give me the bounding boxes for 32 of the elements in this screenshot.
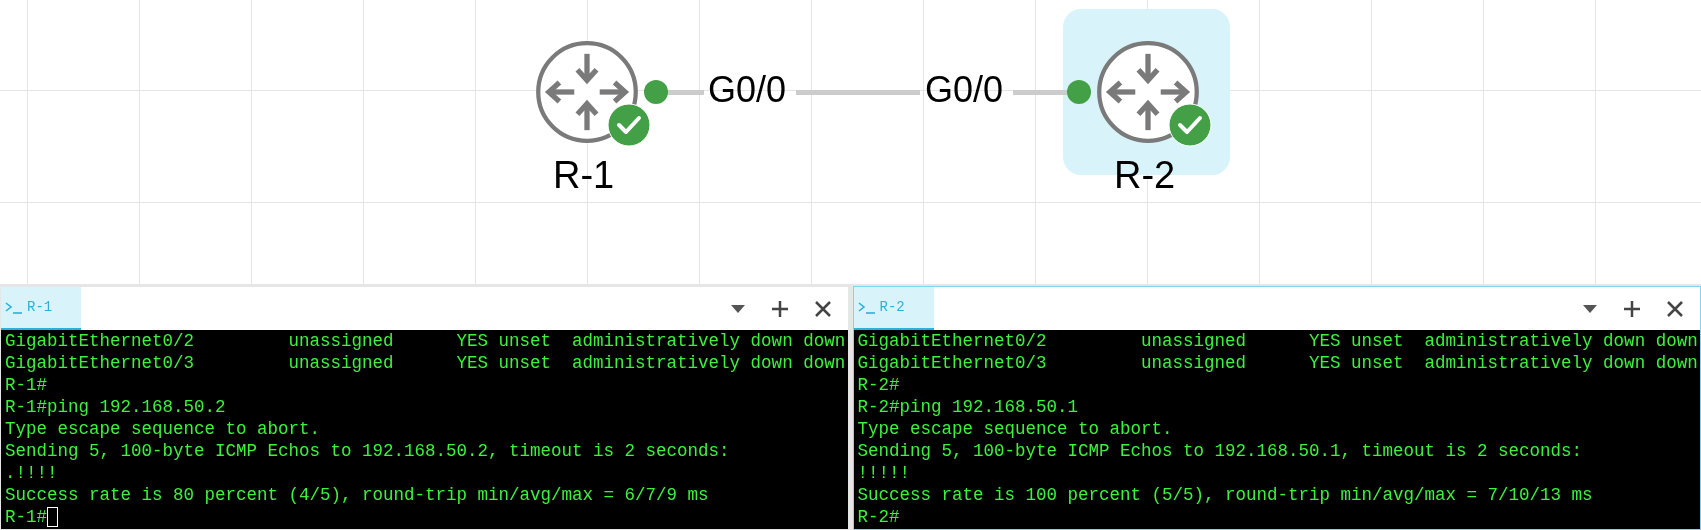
interface-label: G0/0 bbox=[708, 72, 787, 108]
node-label: R-1 bbox=[553, 156, 615, 194]
terminal-line: R-1#ping 192.168.50.2 bbox=[5, 396, 226, 418]
close-icon[interactable] bbox=[813, 299, 832, 318]
terminal-prompt-icon bbox=[857, 301, 876, 314]
terminal-line: R-2# bbox=[857, 506, 900, 528]
add-icon[interactable] bbox=[769, 298, 790, 319]
terminal-line: R-2#ping 192.168.50.1 bbox=[857, 396, 1079, 418]
terminal-line: R-1# bbox=[5, 374, 47, 396]
dropdown-caret-icon[interactable] bbox=[1582, 303, 1598, 314]
terminal-prompt-icon bbox=[5, 301, 23, 314]
terminal-line: !!!!! bbox=[857, 462, 910, 484]
terminal-line: Sending 5, 100-byte ICMP Echos to 192.168.50.1, timeout is 2 seconds: bbox=[857, 440, 1583, 462]
terminal-line: Success rate is 100 percent (5/5), round-trip min/avg/max = 7/10/13 ms bbox=[857, 484, 1593, 506]
terminal-line: Type escape sequence to abort. bbox=[857, 418, 1173, 440]
terminal-line: Success rate is 80 percent (4/5), round-trip min/avg/max = 6/7/9 ms bbox=[5, 484, 709, 506]
terminal-line: Type escape sequence to abort. bbox=[5, 418, 321, 440]
terminal-line: Sending 5, 100-byte ICMP Echos to 192.168.50.2, timeout is 2 seconds: bbox=[5, 440, 730, 462]
dropdown-caret-icon[interactable] bbox=[729, 303, 746, 314]
terminal-tab[interactable]: R-2 bbox=[853, 287, 934, 330]
terminal-line: GigabitEthernet0/3 unassigned YES unset administratively down down bbox=[857, 352, 1698, 374]
terminal-line: GigabitEthernet0/2 unassigned YES unset administratively down down bbox=[5, 330, 846, 352]
terminal-line: R-1# bbox=[5, 506, 47, 528]
close-icon[interactable] bbox=[1666, 299, 1684, 318]
terminal-line: GigabitEthernet0/2 unassigned YES unset administratively down down bbox=[857, 330, 1698, 352]
terminal-line: R-2# bbox=[857, 374, 900, 396]
interface-label: G0/0 bbox=[925, 72, 1004, 108]
terminal-line: GigabitEthernet0/3 unassigned YES unset administratively down down bbox=[5, 352, 846, 374]
terminal-line: .!!!! bbox=[5, 462, 58, 484]
node-label: R-2 bbox=[1114, 156, 1176, 194]
add-icon[interactable] bbox=[1622, 298, 1642, 319]
terminal-tab[interactable]: R-1 bbox=[1, 287, 81, 330]
